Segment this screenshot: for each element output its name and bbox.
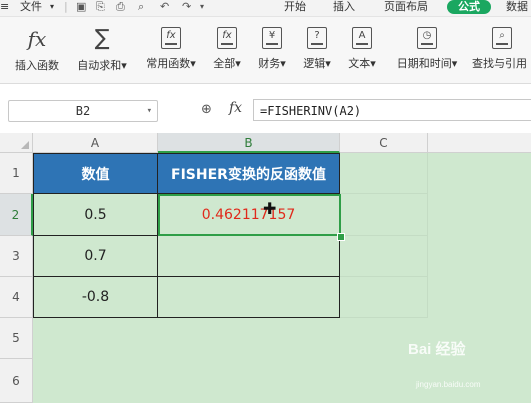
date-time-functions-button[interactable]: ◷ 日期和时间▾ — [391, 23, 463, 81]
question-glyph: ? — [314, 30, 320, 41]
text-glyph: A — [358, 30, 366, 41]
insert-function-label: 插入函数 — [15, 59, 59, 72]
print-preview-icon[interactable]: ⌕ — [138, 1, 144, 13]
cell-a1-header[interactable]: 数值 — [33, 153, 158, 194]
date-time-functions-label: 日期和时间▾ — [396, 57, 458, 70]
autosum-label: 自动求和▾ — [77, 59, 127, 72]
fx-book-icon: fx — [217, 27, 237, 49]
ribbon-toolbar: fx 插入函数 ∑ 自动求和▾ fx 常用函数▾ fx 全部▾ ¥ 财务▾ ? … — [0, 17, 531, 84]
cell-b4[interactable] — [158, 277, 340, 318]
column-header-a[interactable]: A — [33, 133, 158, 153]
name-box[interactable]: B2 ▾ — [8, 100, 158, 122]
star-fx-glyph: fx — [166, 30, 176, 41]
all-functions-button[interactable]: fx 全部▾ — [209, 23, 245, 81]
menu-divider: | — [64, 0, 68, 13]
tab-insert[interactable]: 插入 — [333, 0, 355, 13]
financial-functions-label: 财务▾ — [258, 57, 286, 70]
cell-a2[interactable]: 0.5 — [33, 194, 158, 236]
search-glyph: ⌕ — [499, 30, 505, 41]
quick-access-chevron-icon[interactable]: ▾ — [200, 1, 204, 13]
star-fx-icon: fx — [161, 27, 181, 49]
search-book-icon: ⌕ — [492, 27, 512, 49]
column-header-c[interactable]: C — [340, 133, 428, 153]
print-icon[interactable]: ⎙ — [116, 1, 125, 13]
yen-book-icon: ¥ — [262, 27, 282, 49]
text-book-icon: A — [352, 27, 372, 49]
spreadsheet-grid[interactable]: A B C 1 2 3 4 5 6 数值 FISHER变换的反函数值 0.5 0… — [0, 133, 531, 403]
watermark-logo: Bai 经验 — [408, 341, 466, 358]
cell-b1-header[interactable]: FISHER变换的反函数值 — [158, 153, 340, 194]
row-header-2[interactable]: 2 — [0, 194, 33, 236]
clock-book-icon: ◷ — [417, 27, 437, 49]
tab-formula[interactable]: 公式 — [447, 0, 491, 14]
text-functions-button[interactable]: A 文本▾ — [344, 23, 380, 81]
cell-c1[interactable] — [340, 153, 428, 194]
cell-b3[interactable] — [158, 236, 340, 277]
column-header-d[interactable] — [428, 133, 531, 153]
all-functions-label: 全部▾ — [213, 57, 241, 70]
question-book-icon: ? — [307, 27, 327, 49]
watermark-url: jingyan.baidu.com — [416, 380, 481, 389]
row-header-4[interactable]: 4 — [0, 277, 33, 318]
formula-bar: B2 ▾ ⊕ fx =FISHERINV(A2) — [0, 96, 531, 126]
fx-book-glyph: fx — [222, 30, 232, 41]
save-icon[interactable]: ▣ — [76, 1, 86, 13]
name-box-chevron-icon[interactable]: ▾ — [147, 101, 152, 121]
yen-glyph: ¥ — [268, 30, 276, 41]
logical-functions-label: 逻辑▾ — [303, 57, 331, 70]
common-functions-label: 常用函数▾ — [146, 57, 196, 70]
insert-function-fx-icon[interactable]: fx — [229, 100, 242, 116]
common-functions-button[interactable]: fx 常用函数▾ — [141, 23, 201, 81]
row-header-6[interactable]: 6 — [0, 359, 33, 403]
cell-c2[interactable] — [340, 194, 428, 236]
file-menu[interactable]: 文件 — [20, 0, 42, 13]
row-header-3[interactable]: 3 — [0, 236, 33, 277]
cell-c4[interactable] — [340, 277, 428, 318]
column-header-b[interactable]: B — [158, 133, 340, 153]
file-menu-chevron-icon[interactable]: ▾ — [50, 0, 54, 13]
active-cell-outline — [158, 194, 341, 236]
lookup-reference-button[interactable]: ⌕ 查找与引用 — [472, 23, 531, 81]
row-header-5[interactable]: 5 — [0, 318, 33, 359]
insert-function-button[interactable]: fx 插入函数 — [10, 23, 64, 81]
export-icon[interactable]: ⎘ — [96, 1, 105, 13]
tab-home[interactable]: 开始 — [284, 0, 306, 13]
select-all-corner[interactable] — [0, 133, 33, 153]
cell-a4[interactable]: -0.8 — [33, 277, 158, 318]
clock-glyph: ◷ — [422, 30, 432, 41]
menu-hamburger-icon[interactable]: ≡ — [0, 0, 9, 13]
undo-icon[interactable]: ↶ — [160, 1, 169, 13]
cell-a3[interactable]: 0.7 — [33, 236, 158, 277]
crosshair-cursor-icon: ✚ — [263, 199, 277, 218]
fx-icon: fx — [27, 27, 47, 51]
formula-input[interactable]: =FISHERINV(A2) — [253, 99, 531, 121]
tab-data[interactable]: 数据 — [506, 0, 528, 13]
menu-bar: ≡ 文件 ▾ | ▣ ⎘ ⎙ ⌕ ↶ ↷ ▾ 开始 插入 页面布局 公式 数据 — [0, 0, 531, 17]
logical-functions-button[interactable]: ? 逻辑▾ — [299, 23, 335, 81]
fill-handle[interactable] — [337, 233, 345, 241]
sigma-icon: ∑ — [94, 26, 110, 51]
name-box-value: B2 — [75, 104, 91, 118]
text-functions-label: 文本▾ — [348, 57, 376, 70]
lookup-reference-label: 查找与引用 — [472, 57, 527, 70]
row-header-1[interactable]: 1 — [0, 153, 33, 194]
autosum-button[interactable]: ∑ 自动求和▾ — [72, 23, 132, 81]
financial-functions-button[interactable]: ¥ 财务▾ — [254, 23, 290, 81]
zoom-search-icon[interactable]: ⊕ — [201, 102, 212, 117]
tab-page-layout[interactable]: 页面布局 — [384, 0, 428, 13]
redo-icon[interactable]: ↷ — [182, 1, 191, 13]
cell-c3[interactable] — [340, 236, 428, 277]
